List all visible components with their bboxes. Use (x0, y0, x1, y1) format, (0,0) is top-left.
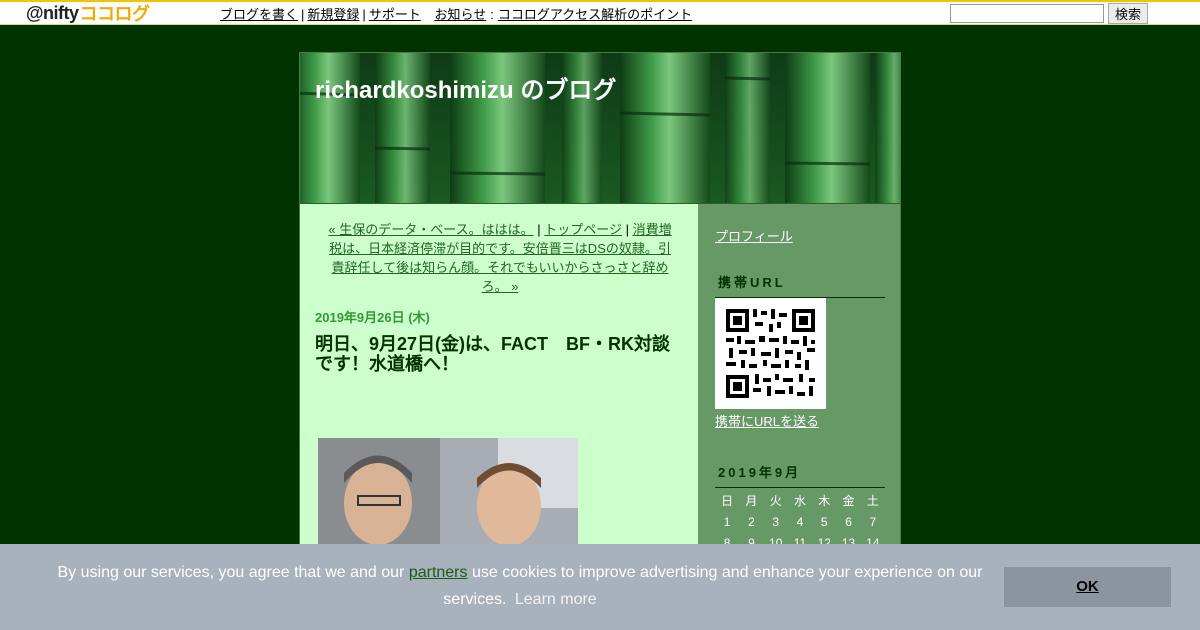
blog-title[interactable]: richardkoshimizu のブログ (315, 70, 616, 105)
support-link[interactable]: サポート (369, 7, 421, 22)
signup-link[interactable]: 新規登録 (307, 7, 359, 22)
write-blog-link[interactable]: ブログを書く (220, 7, 298, 22)
calendar-day[interactable]: 3 (764, 511, 788, 532)
calendar-weekday-row: 日 月 火 水 木 金 土 (715, 490, 885, 511)
logo-nifty-text: @nifty (26, 2, 79, 23)
weekday-sun: 日 (721, 494, 734, 508)
weekday-mon: 月 (745, 494, 758, 508)
top-page-link[interactable]: トップページ (544, 222, 622, 237)
toolbar-search: 検索 (950, 3, 1148, 24)
cookie-text-before: By using our services, you agree that we… (57, 564, 405, 581)
logo-cocolog-text: ココログ (79, 4, 151, 24)
send-url-to-mobile-link[interactable]: 携帯にURLを送る (715, 411, 819, 430)
post-navigation: « 生保のデータ・ベース。ははは。 | トップページ | 消費増税は、日本経済停… (328, 222, 672, 294)
qr-code-image (715, 298, 826, 409)
blog-banner: richardkoshimizu のブログ (300, 53, 900, 204)
mobile-url-heading: 携帯URL (715, 272, 885, 298)
partners-link[interactable]: partners (409, 564, 468, 581)
calendar-heading: 2019年9月 (715, 462, 885, 488)
calendar-day[interactable]: 7 (861, 511, 885, 532)
cookie-consent-banner: By using our services, you agree that we… (0, 544, 1200, 630)
weekday-fri: 金 (842, 494, 855, 508)
search-button[interactable]: 検索 (1108, 3, 1148, 24)
search-input[interactable] (950, 4, 1104, 23)
weekday-thu: 木 (818, 494, 831, 508)
calendar-day[interactable]: 5 (812, 511, 836, 532)
learn-more-link[interactable]: Learn more (515, 591, 597, 608)
calendar-week-row: 1 2 3 4 5 6 7 (715, 511, 885, 532)
calendar-day[interactable]: 1 (715, 511, 739, 532)
nifty-toolbar: @nifty ココログ ブログを書く | 新規登録 | サポート お知らせ: ココログアク… (0, 0, 1200, 25)
previous-post-link[interactable]: « 生保のデータ・ベース。ははは。 (328, 222, 533, 237)
calendar-day[interactable]: 6 (836, 511, 860, 532)
cookie-message: By using our services, you agree that we… (40, 559, 1000, 613)
nav-divider: | (301, 7, 305, 22)
weekday-tue: 火 (769, 494, 782, 508)
cookie-ok-button[interactable]: OK (1004, 567, 1171, 607)
news-colon: : (490, 7, 494, 22)
nav-divider: | (362, 7, 366, 22)
weekday-sat: 土 (866, 494, 879, 508)
cocolog-logo[interactable]: @nifty ココログ (26, 2, 151, 25)
calendar-day[interactable]: 4 (788, 511, 812, 532)
post-title: 明日、9月27日(金)は、FACT BF・RK対談です！水道橋へ！ (315, 334, 671, 374)
news-item-link[interactable]: ココログアクセス解析のポイント (498, 7, 692, 22)
calendar-day[interactable]: 2 (739, 511, 763, 532)
weekday-wed: 水 (793, 494, 806, 508)
qr-code-icon (715, 298, 826, 409)
post-date: 2019年9月26日 (木) (315, 310, 430, 325)
toolbar-nav: ブログを書く | 新規登録 | サポート お知らせ: ココログアクセス解析のポイント (220, 4, 692, 23)
news-link[interactable]: お知らせ (434, 7, 486, 22)
profile-link[interactable]: プロフィール (715, 226, 793, 245)
